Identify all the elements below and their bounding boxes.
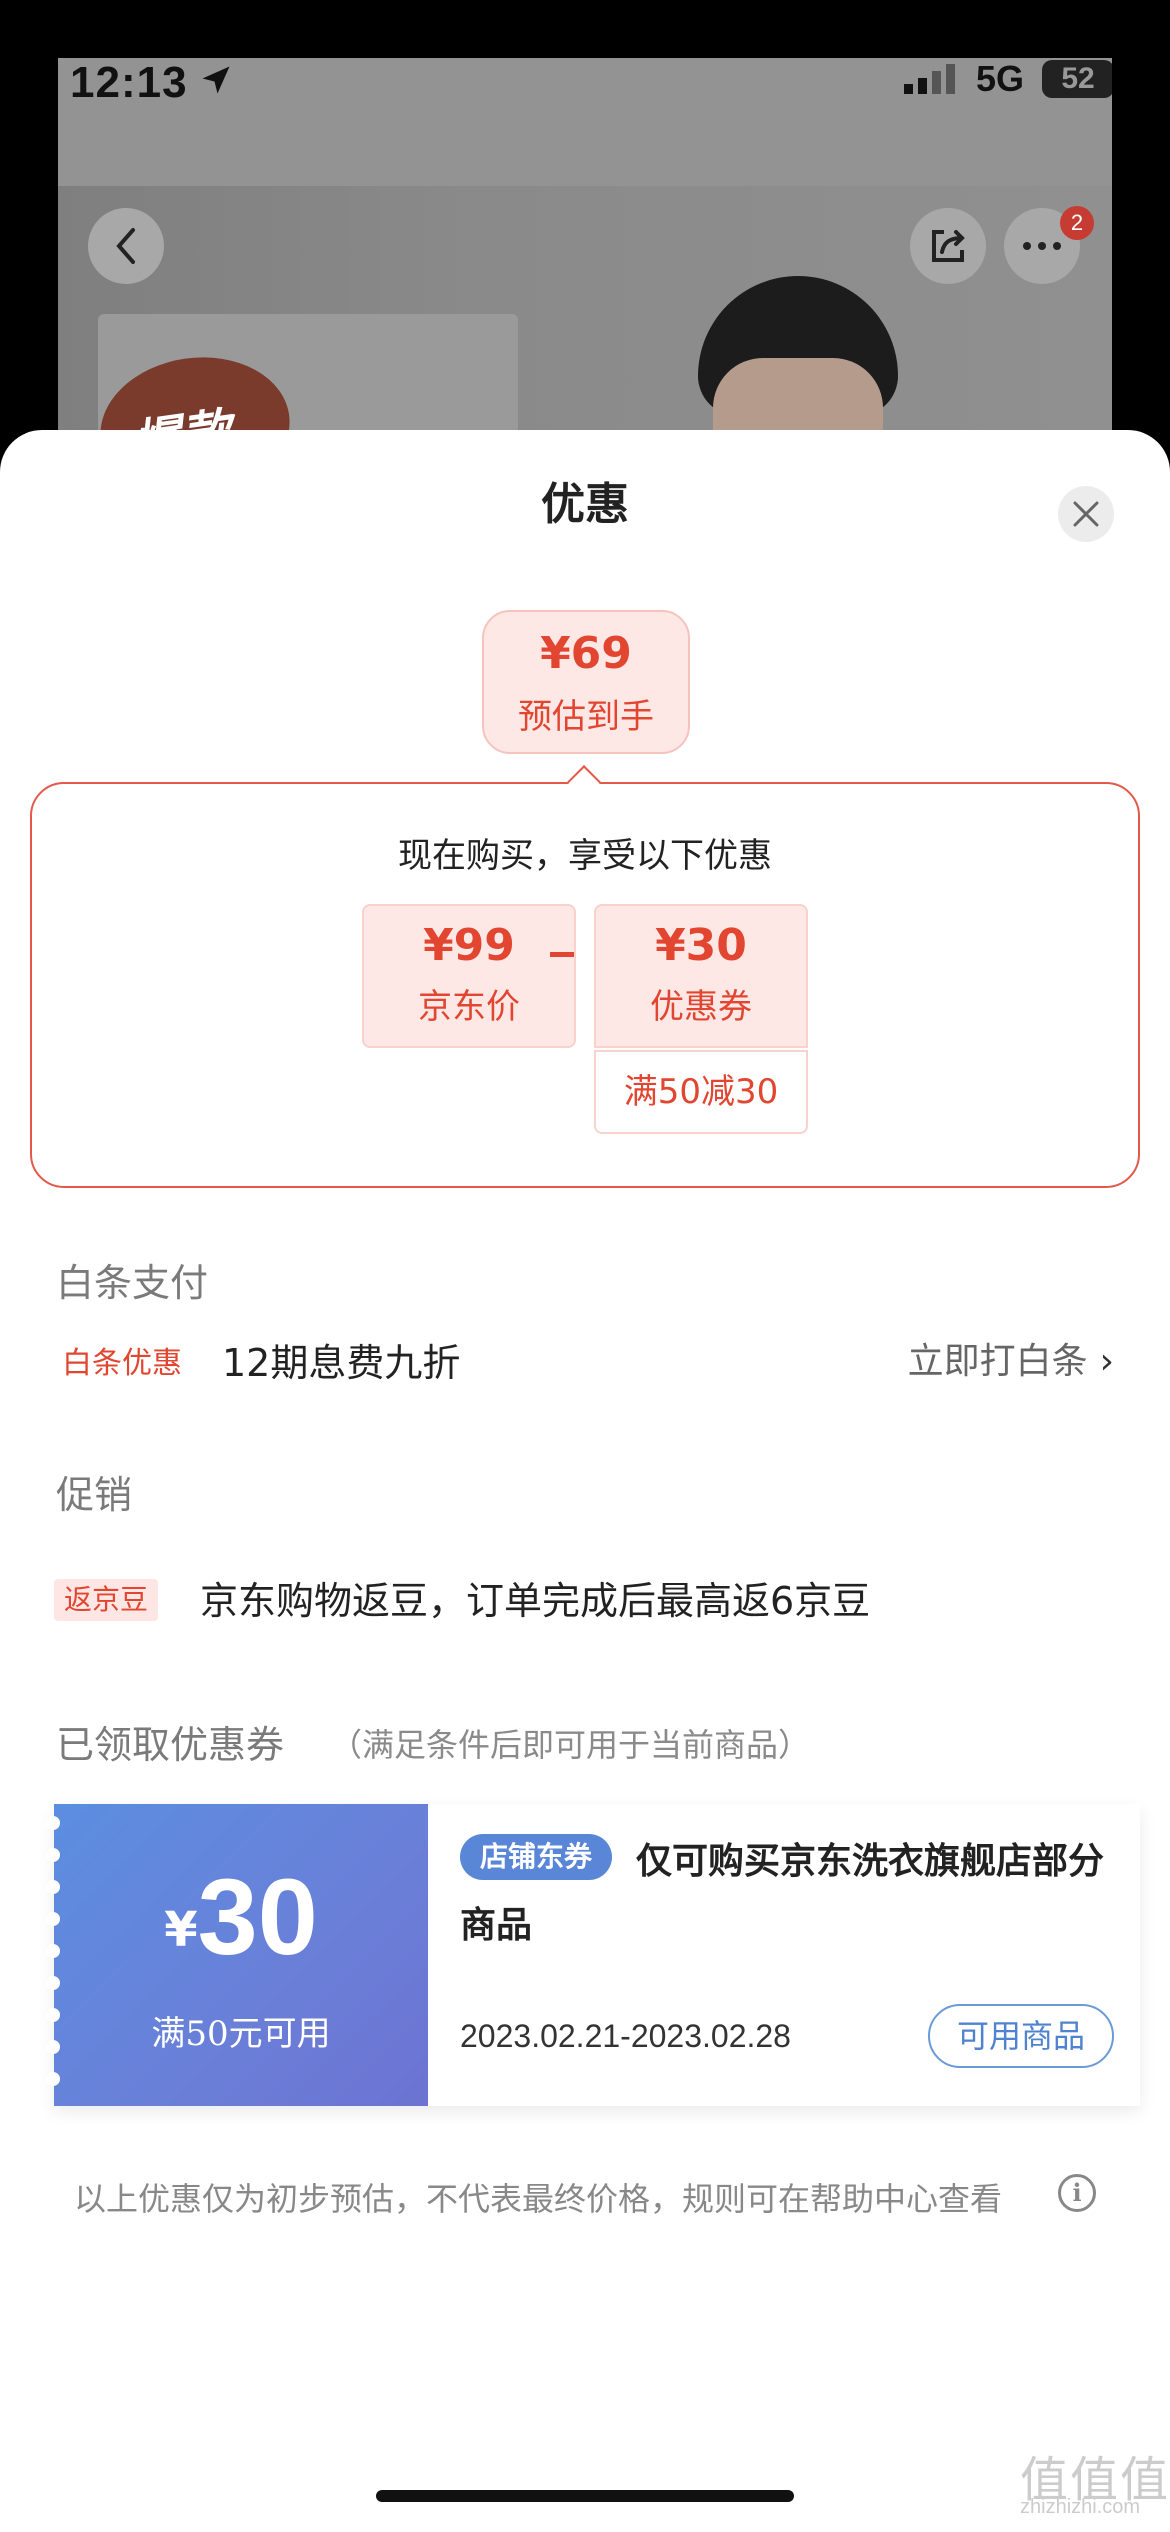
close-button[interactable] — [1058, 486, 1114, 542]
background-product-page: 12:13 5G 52 爆款 2 — [58, 58, 1112, 458]
coupons-note: （满足条件后即可用于当前商品） — [330, 1726, 811, 1764]
notification-badge: 2 — [1060, 206, 1094, 240]
disclaimer-text: 以上优惠仅为初步预估，不代表最终价格，规则可在帮助中心查看 — [74, 2180, 1003, 2218]
coupon-card: ¥30 满50元可用 仅可购买京东洗衣旗舰店部分商品 店铺东券 2023.02.… — [46, 1804, 1140, 2106]
baitiao-tag: 白条优惠 — [62, 1346, 182, 1381]
status-bar: 12:13 5G 52 — [58, 58, 1112, 186]
estimated-price-label: 预估到手 — [518, 697, 654, 737]
estimated-price-bubble: ¥69 预估到手 — [482, 610, 690, 754]
network-label: 5G — [976, 58, 1025, 99]
baitiao-link-label: 立即打白条 — [907, 1341, 1088, 1382]
location-arrow-icon — [202, 66, 230, 94]
status-time: 12:13 — [70, 58, 188, 107]
watermark-url: zhizhizhi.com — [1020, 2496, 1141, 2518]
close-icon — [1073, 501, 1099, 527]
jd-price-card: ¥99 京东价 — [362, 904, 576, 1048]
coupon-value: ¥30 — [655, 920, 747, 971]
estimated-price: ¥69 — [540, 628, 632, 679]
coupon-amount: ¥30 — [54, 1854, 428, 1979]
signal-icon — [904, 64, 955, 94]
jd-price-label: 京东价 — [418, 987, 520, 1027]
promo-text: 京东购物返豆，订单完成后最高返6京豆 — [200, 1579, 871, 1623]
minus-sign — [550, 952, 574, 957]
promo-section-title: 促销 — [56, 1473, 133, 1517]
baitiao-offer-text: 12期息费九折 — [222, 1341, 461, 1385]
coupon-label: 优惠券 — [650, 987, 752, 1027]
coupon-notch — [46, 2072, 60, 2086]
chevron-left-icon — [116, 228, 135, 264]
discount-sheet: 优惠 ¥69 预估到手 现在购买，享受以下优惠 ¥99 京东价 ¥30 优惠券 … — [0, 430, 1170, 2532]
chevron-right-icon: › — [1099, 1341, 1114, 1382]
share-button[interactable] — [910, 208, 986, 284]
baitiao-section-title: 白条支付 — [56, 1261, 209, 1305]
coupon-price-card: ¥30 优惠券 — [594, 904, 808, 1048]
coupons-section-title: 已领取优惠券 — [56, 1723, 285, 1767]
coupon-amount-panel: ¥30 满50元可用 — [46, 1804, 428, 2106]
info-icon[interactable]: i — [1058, 2174, 1096, 2212]
share-icon — [932, 230, 965, 262]
battery-icon: 52 — [1042, 60, 1112, 98]
coupon-notch — [46, 1816, 60, 1830]
coupon-condition: 满50减30 — [594, 1050, 808, 1134]
home-indicator[interactable] — [376, 2490, 794, 2502]
breakdown-heading: 现在购买，享受以下优惠 — [398, 836, 772, 876]
coupon-currency: ¥ — [164, 1902, 198, 1958]
coupon-amount-number: 30 — [197, 1856, 318, 1977]
promo-tag: 返京豆 — [54, 1579, 159, 1621]
more-dots-icon — [1023, 242, 1061, 250]
coupon-min-spend: 满50元可用 — [151, 2014, 331, 2054]
coupon-date-range: 2023.02.21-2023.02.28 — [460, 2018, 791, 2054]
sheet-title: 优惠 — [541, 479, 629, 530]
jd-price-value: ¥99 — [423, 920, 515, 971]
baitiao-link[interactable]: 立即打白条 › — [908, 1332, 1114, 1384]
back-button[interactable] — [88, 208, 164, 284]
coupon-shop-tag: 店铺东券 — [460, 1834, 613, 1880]
available-products-button[interactable]: 可用商品 — [928, 2004, 1114, 2068]
